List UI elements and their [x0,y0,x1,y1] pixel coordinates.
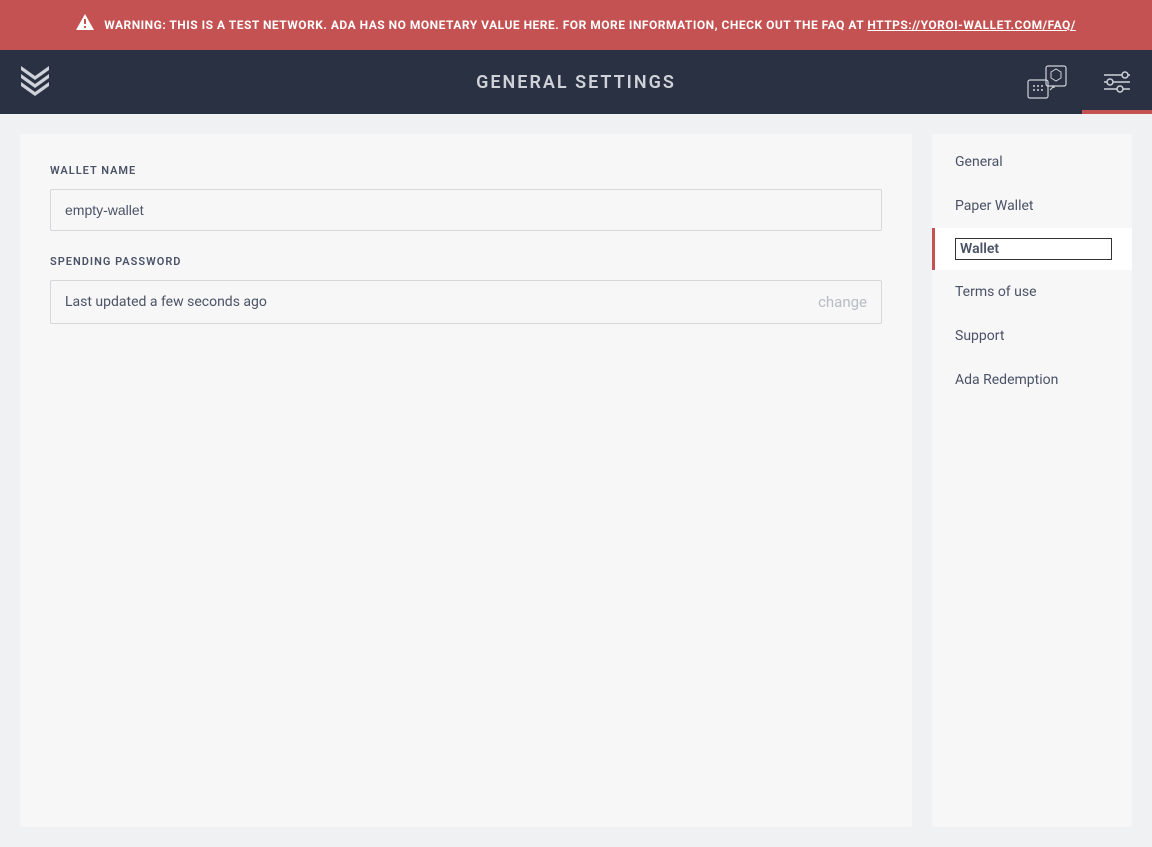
sliders-icon [1102,71,1132,93]
spending-password-row: Last updated a few seconds ago change [50,280,882,324]
sidebar-item-support[interactable]: Support [932,314,1132,358]
daedalus-transfer-button[interactable] [1012,50,1082,114]
transfer-icon [1026,64,1068,100]
sidebar-item-label: Ada Redemption [955,372,1058,388]
sidebar-item-general[interactable]: General [932,134,1132,184]
main-content: WALLET NAME SPENDING PASSWORD Last updat… [0,114,1152,847]
page-title: GENERAL SETTINGS [476,72,676,93]
sidebar-item-label: Terms of use [955,284,1037,300]
settings-button[interactable] [1082,50,1152,114]
sidebar-item-label: Wallet [955,238,1112,260]
sidebar-item-wallet[interactable]: Wallet [932,228,1132,270]
warning-banner: WARNING: THIS IS A TEST NETWORK. ADA HAS… [0,0,1152,50]
settings-panel: WALLET NAME SPENDING PASSWORD Last updat… [20,134,912,827]
sidebar-item-paper-wallet[interactable]: Paper Wallet [932,184,1132,228]
warning-faq-link[interactable]: HTTPS://YOROI-WALLET.COM/FAQ/ [867,18,1075,32]
spending-password-label: SPENDING PASSWORD [50,255,882,268]
wallet-name-label: WALLET NAME [50,164,882,177]
sidebar-item-label: General [955,154,1003,170]
wallet-name-input[interactable] [50,189,882,231]
sidebar-item-label: Support [955,328,1004,344]
app-header: GENERAL SETTINGS [0,50,1152,114]
sidebar-item-ada-redemption[interactable]: Ada Redemption [932,358,1132,402]
settings-sidebar: General Paper Wallet Wallet Terms of use… [932,134,1132,827]
change-password-link[interactable]: change [818,293,867,311]
yoroi-logo-icon [19,64,51,100]
app-logo[interactable] [0,50,70,114]
warning-prefix: WARNING: THIS IS A TEST NETWORK. ADA HAS… [104,18,867,32]
sidebar-item-label: Paper Wallet [955,198,1034,214]
sidebar-item-terms-of-use[interactable]: Terms of use [932,270,1132,314]
header-actions [1012,50,1152,114]
warning-text: WARNING: THIS IS A TEST NETWORK. ADA HAS… [104,15,1076,35]
warning-triangle-icon [76,14,94,36]
spending-password-status: Last updated a few seconds ago [65,294,267,310]
